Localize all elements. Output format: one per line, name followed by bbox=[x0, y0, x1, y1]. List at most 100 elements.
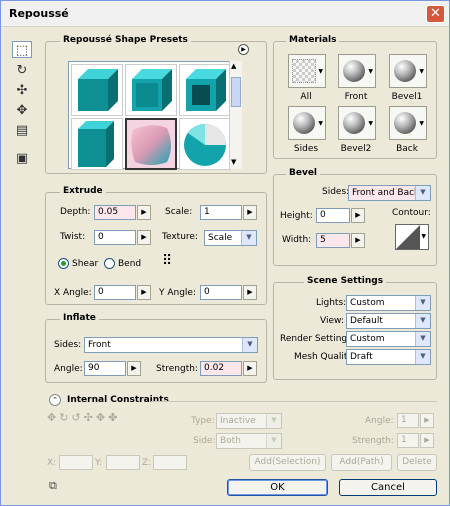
chevron-down-icon: ▼ bbox=[415, 186, 430, 200]
type-select[interactable]: Inactive ▼ bbox=[216, 413, 282, 429]
lights-label: Lights: bbox=[316, 298, 347, 308]
depth-slider-icon[interactable]: ▶ bbox=[137, 205, 151, 220]
presets-menu-icon[interactable]: ▶ bbox=[238, 44, 249, 55]
material-all-swatch[interactable]: ▼ bbox=[288, 54, 326, 88]
preset-inset-cube[interactable] bbox=[179, 64, 231, 116]
side-select[interactable]: Both ▼ bbox=[216, 433, 282, 449]
preset-bevel-cube[interactable] bbox=[125, 64, 177, 116]
mesh-quality-select[interactable]: Draft ▼ bbox=[346, 349, 431, 365]
ok-button[interactable]: OK bbox=[227, 479, 328, 496]
depth-label: Depth: bbox=[60, 207, 91, 217]
bevel-sides-select[interactable]: Front and Back ▼ bbox=[348, 185, 431, 201]
texture-select[interactable]: Scale ▼ bbox=[204, 230, 257, 246]
material-label: Back bbox=[396, 144, 418, 154]
rotate-3d-icon[interactable]: ↻ bbox=[12, 62, 32, 79]
scene-settings-group: Scene Settings Lights: Custom ▼ View: Def… bbox=[273, 276, 437, 380]
contour-picker[interactable]: ▼ bbox=[395, 224, 429, 250]
constraint-strength-label: Strength: bbox=[352, 436, 394, 446]
material-back-swatch[interactable]: ▼ bbox=[389, 106, 427, 140]
twist-slider-icon[interactable]: ▶ bbox=[137, 230, 151, 245]
presets-group: Repoussé Shape Presets ▶ ▲ ▼ bbox=[45, 35, 267, 174]
constraint-angle-field[interactable]: 1 bbox=[397, 413, 419, 428]
material-bevel1-swatch[interactable]: ▼ bbox=[389, 54, 427, 88]
bevel-group: Bevel Sides: Front and Back ▼ Height: 0 ▶… bbox=[273, 168, 437, 266]
depth-field[interactable]: 0.05 bbox=[94, 205, 136, 220]
close-icon[interactable]: ✕ bbox=[426, 5, 445, 23]
constraint-angle-slider-icon[interactable]: ▶ bbox=[420, 413, 434, 428]
side-label: Side: bbox=[193, 436, 216, 446]
x-field[interactable] bbox=[59, 455, 93, 470]
side-value: Both bbox=[220, 436, 241, 446]
scroll-down-icon[interactable]: ▼ bbox=[231, 158, 236, 166]
collapse-icon[interactable]: ⌃ bbox=[49, 394, 61, 406]
add-selection-button[interactable]: Add(Selection) bbox=[249, 454, 326, 471]
pan-3d-icon[interactable]: ✥ bbox=[12, 102, 32, 119]
presets-list bbox=[68, 61, 242, 170]
preset-sphere[interactable] bbox=[179, 118, 231, 170]
render-settings-label: Render Settings: bbox=[280, 334, 355, 344]
chevron-down-icon: ▼ bbox=[241, 231, 256, 245]
x-angle-field[interactable]: 0 bbox=[94, 285, 136, 300]
twist-label: Twist: bbox=[60, 232, 86, 242]
material-sides-swatch[interactable]: ▼ bbox=[288, 106, 326, 140]
constraint-strength-field[interactable]: 1 bbox=[397, 433, 419, 448]
view-select[interactable]: Default ▼ bbox=[346, 313, 431, 329]
repousse-dialog: Repoussé ✕ ⬚ ↻ ✣ ✥ ▤ ▣ Repoussé Shape Pr… bbox=[0, 0, 450, 506]
camera-icon[interactable]: ▣ bbox=[12, 150, 32, 167]
bend-radio[interactable] bbox=[104, 258, 115, 269]
divider bbox=[151, 401, 437, 402]
lights-select[interactable]: Custom ▼ bbox=[346, 295, 431, 311]
inflate-angle-label: Angle: bbox=[54, 364, 83, 374]
y-field[interactable] bbox=[106, 455, 140, 470]
y-angle-field[interactable]: 0 bbox=[200, 285, 242, 300]
y-angle-slider-icon[interactable]: ▶ bbox=[243, 285, 257, 300]
twist-field[interactable]: 0 bbox=[94, 230, 136, 245]
reference-point-icon[interactable]: ⠿ bbox=[162, 253, 178, 269]
width-field[interactable]: 5 bbox=[316, 233, 350, 248]
height-slider-icon[interactable]: ▶ bbox=[351, 208, 365, 223]
presets-scrollbar[interactable]: ▲ ▼ bbox=[229, 61, 242, 169]
y-angle-label: Y Angle: bbox=[159, 288, 197, 298]
preset-cube[interactable] bbox=[71, 64, 123, 116]
render-settings-value: Custom bbox=[350, 334, 385, 344]
material-label: Front bbox=[344, 92, 368, 102]
delete-button[interactable]: Delete bbox=[397, 454, 437, 471]
preset-tall-cube[interactable] bbox=[71, 118, 123, 170]
slide-3d-icon[interactable]: ▤ bbox=[12, 122, 32, 139]
constraint-tools-icon[interactable]: ✥↻↺✣✥✤ bbox=[47, 411, 120, 424]
material-label: Sides bbox=[293, 144, 319, 154]
shear-radio[interactable] bbox=[58, 258, 69, 269]
preset-pillow[interactable] bbox=[125, 118, 177, 170]
materials-group: Materials ▼ ▼ ▼ All Front Bevel1 ▼ ▼ ▼ S… bbox=[273, 35, 437, 159]
shear-label: Shear bbox=[72, 259, 99, 269]
height-field[interactable]: 0 bbox=[316, 208, 350, 223]
inflate-sides-select[interactable]: Front ▼ bbox=[84, 337, 258, 353]
inflate-sides-label: Sides: bbox=[54, 340, 82, 350]
material-label: Bevel2 bbox=[340, 144, 372, 154]
width-slider-icon[interactable]: ▶ bbox=[351, 233, 365, 248]
render-settings-select[interactable]: Custom ▼ bbox=[346, 331, 431, 347]
inflate-angle-slider-icon[interactable]: ▶ bbox=[127, 361, 141, 376]
scale-field[interactable]: 1 bbox=[200, 205, 242, 220]
material-bevel2-swatch[interactable]: ▼ bbox=[338, 106, 376, 140]
cancel-button[interactable]: Cancel bbox=[339, 479, 437, 496]
z-field[interactable] bbox=[153, 455, 187, 470]
internal-constraints-title: Internal Constraints bbox=[67, 395, 169, 405]
add-path-button[interactable]: Add(Path) bbox=[331, 454, 392, 471]
constraint-strength-slider-icon[interactable]: ▶ bbox=[420, 433, 434, 448]
contour-label: Contour: bbox=[392, 208, 431, 218]
chevron-down-icon: ▼ bbox=[242, 338, 257, 352]
material-front-swatch[interactable]: ▼ bbox=[338, 54, 376, 88]
scroll-thumb[interactable] bbox=[231, 77, 241, 107]
scale-slider-icon[interactable]: ▶ bbox=[243, 205, 257, 220]
scroll-up-icon[interactable]: ▲ bbox=[231, 62, 236, 70]
ground-plane-icon[interactable]: ⧉ bbox=[49, 479, 57, 493]
y-label: Y: bbox=[95, 458, 103, 468]
inflate-strength-slider-icon[interactable]: ▶ bbox=[243, 361, 257, 376]
x-angle-slider-icon[interactable]: ▶ bbox=[137, 285, 151, 300]
roll-3d-icon[interactable]: ✣ bbox=[12, 82, 32, 99]
width-label: Width: bbox=[282, 235, 312, 245]
inflate-strength-field[interactable]: 0.02 bbox=[200, 361, 242, 376]
shape-preset-icon[interactable]: ⬚ bbox=[12, 41, 32, 58]
inflate-angle-field[interactable]: 90 bbox=[84, 361, 126, 376]
